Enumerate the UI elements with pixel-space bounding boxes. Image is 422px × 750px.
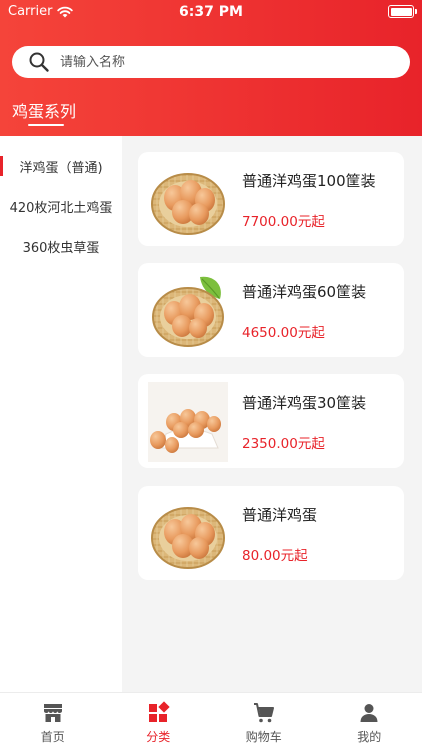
product-name: 普通洋鸡蛋30筐装: [242, 394, 367, 412]
battery-icon: [388, 5, 417, 18]
cart-icon: [253, 703, 274, 723]
product-name: 普通洋鸡蛋60筐装: [242, 283, 367, 301]
search-icon: [29, 52, 49, 72]
person-icon: [360, 704, 378, 722]
egg-plate-icon: [148, 382, 228, 462]
product-list: 普通洋鸡蛋100筐装 7700.00元起 普通洋鸡蛋60筐装 4650.00元起: [122, 136, 422, 692]
egg-basket-leaf-icon: [152, 276, 224, 347]
tab-bar: 首页 分类 购物车 我的: [0, 692, 422, 750]
series-tab-indicator: [28, 124, 64, 126]
series-tab[interactable]: 鸡蛋系列: [12, 98, 76, 122]
category-icon: [149, 701, 170, 722]
tab-label: 首页: [40, 730, 65, 744]
clock: 6:37 PM: [179, 4, 243, 20]
search-input[interactable]: [60, 54, 380, 70]
egg-basket-icon: [151, 507, 225, 569]
tab-label: 我的: [357, 730, 382, 744]
product-price: 80.00元起: [242, 548, 308, 564]
product-card[interactable]: 普通洋鸡蛋60筐装 4650.00元起: [138, 263, 404, 357]
product-card[interactable]: 普通洋鸡蛋30筐装 2350.00元起: [138, 374, 404, 468]
store-icon: [43, 704, 62, 722]
category-label: 洋鸡蛋（普通): [19, 160, 103, 176]
product-name: 普通洋鸡蛋100筐装: [242, 172, 376, 190]
product-price: 2350.00元起: [242, 436, 325, 452]
tab-mine[interactable]: 我的: [317, 693, 422, 750]
category-label: 360枚虫草蛋: [22, 240, 100, 256]
category-item[interactable]: 420枚河北土鸡蛋: [0, 186, 122, 226]
category-item[interactable]: 洋鸡蛋（普通): [0, 146, 122, 186]
tab-label: 购物车: [245, 730, 282, 744]
tab-label: 分类: [146, 730, 171, 744]
category-label: 420枚河北土鸡蛋: [9, 200, 113, 216]
header: Carrier 6:37 PM 鸡蛋系列: [0, 0, 422, 136]
product-card[interactable]: 普通洋鸡蛋 80.00元起: [138, 486, 404, 580]
tab-home[interactable]: 首页: [0, 693, 106, 750]
product-name: 普通洋鸡蛋: [242, 506, 318, 524]
product-price: 7700.00元起: [242, 214, 325, 230]
product-price: 4650.00元起: [242, 325, 325, 341]
tab-category[interactable]: 分类: [106, 693, 212, 750]
tab-cart[interactable]: 购物车: [211, 693, 317, 750]
search-bar[interactable]: [12, 46, 410, 78]
egg-basket-icon: [151, 173, 225, 235]
product-card[interactable]: 普通洋鸡蛋100筐装 7700.00元起: [138, 152, 404, 246]
category-sidebar: 洋鸡蛋（普通) 420枚河北土鸡蛋 360枚虫草蛋: [0, 136, 122, 692]
status-bar: Carrier 6:37 PM: [0, 0, 422, 24]
category-item[interactable]: 360枚虫草蛋: [0, 226, 122, 266]
